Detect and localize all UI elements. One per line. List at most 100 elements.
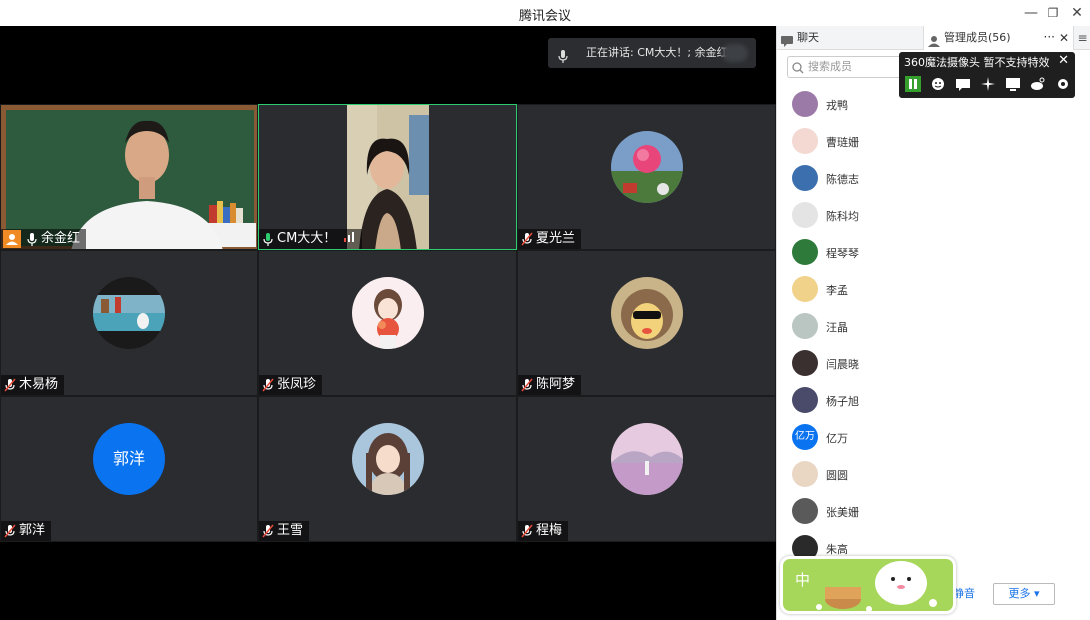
list-item[interactable]: 闫晨晓 xyxy=(777,345,1090,382)
participant-avatar xyxy=(93,277,165,349)
member-name: 闫晨晓 xyxy=(826,358,859,371)
more-options-icon[interactable]: ··· xyxy=(1044,26,1055,48)
list-item[interactable]: 陈德志 xyxy=(777,160,1090,197)
more-button[interactable]: 更多 ▾ xyxy=(993,583,1055,605)
member-avatar xyxy=(792,350,818,376)
member-avatar xyxy=(792,202,818,228)
microphone-active-icon xyxy=(261,231,275,247)
participant-name-tag: 陈阿梦 xyxy=(518,375,582,395)
participant-name-tag: 余金红 xyxy=(1,229,87,249)
blurred-avatar-icon xyxy=(722,44,748,62)
ime-mode-label: 中 xyxy=(795,571,811,589)
face-icon[interactable] xyxy=(930,76,946,92)
microphone-muted-icon xyxy=(3,523,17,539)
member-avatar: 亿万 xyxy=(792,424,818,450)
participant-avatar: 郭洋 xyxy=(93,423,165,495)
participant-name: CM大大！ xyxy=(277,231,337,246)
member-name: 戎鸭 xyxy=(826,99,848,112)
microphone-icon xyxy=(558,46,568,68)
video-tile[interactable]: 木易杨 xyxy=(0,250,258,396)
participant-name: 夏光兰 xyxy=(536,231,576,246)
list-item[interactable]: 陈科均 xyxy=(777,197,1090,234)
participant-name: 张凤珍 xyxy=(277,377,317,392)
camera-toolbar-icons xyxy=(905,76,1071,92)
list-item[interactable]: 杨子旭 xyxy=(777,382,1090,419)
video-tile[interactable]: 郭洋 郭洋 xyxy=(0,396,258,542)
video-tile[interactable]: 张凤珍 xyxy=(258,250,517,396)
participant-name: 木易杨 xyxy=(19,377,59,392)
screen-icon[interactable] xyxy=(1005,76,1021,92)
video-tile[interactable]: 余金红 xyxy=(0,104,258,250)
list-item[interactable]: 亿万 亿万 xyxy=(777,419,1090,456)
participant-name: 郭洋 xyxy=(19,523,46,538)
participant-name: 余金红 xyxy=(41,231,81,246)
participant-name-tag: 木易杨 xyxy=(1,375,65,395)
weibo-icon[interactable] xyxy=(1030,76,1046,92)
message-icon[interactable] xyxy=(955,76,971,92)
participant-name: 陈阿梦 xyxy=(536,377,576,392)
tab-chat[interactable]: 聊天 xyxy=(777,26,922,50)
member-name: 陈科均 xyxy=(826,210,859,223)
member-avatar xyxy=(792,239,818,265)
member-avatar xyxy=(792,128,818,154)
signal-strength-icon xyxy=(344,229,356,249)
tab-chat-label: 聊天 xyxy=(797,31,819,44)
close-panel-icon[interactable]: ✕ xyxy=(1059,26,1069,50)
pause-icon[interactable] xyxy=(905,76,921,92)
member-name: 杨子旭 xyxy=(826,395,859,408)
participant-name-tag: CM大大！ xyxy=(259,229,363,249)
camera-effects-toolbar: 360魔法摄像头 暂不支持特效 ✕ xyxy=(899,52,1075,98)
title-bar: 腾讯会议 — ❐ ✕ xyxy=(0,0,1090,26)
member-name: 曹琏姗 xyxy=(826,136,859,149)
participant-name-tag: 张凤珍 xyxy=(259,375,323,395)
sparkle-icon[interactable] xyxy=(980,76,996,92)
video-tile-active[interactable]: CM大大！ xyxy=(258,104,517,250)
participant-name: 王雪 xyxy=(277,523,304,538)
participant-name-tag: 程梅 xyxy=(518,521,569,541)
participant-avatar xyxy=(351,423,424,495)
members-panel: 聊天 管理成员(56) ··· ✕ ≡ 搜索成员 戎鸭 曹琏姗 陈德志 陈科均 … xyxy=(776,26,1090,620)
participant-avatar xyxy=(610,423,683,495)
participant-name-tag: 王雪 xyxy=(259,521,310,541)
list-item[interactable]: 程琴琴 xyxy=(777,234,1090,271)
close-button[interactable]: ✕ xyxy=(1068,4,1086,22)
video-tile[interactable]: 程梅 xyxy=(517,396,776,542)
minimize-button[interactable]: — xyxy=(1022,4,1040,22)
menu-icon[interactable]: ≡ xyxy=(1073,26,1090,50)
list-item[interactable]: 汪晶 xyxy=(777,308,1090,345)
video-tile[interactable]: 王雪 xyxy=(258,396,517,542)
participant-name: 程梅 xyxy=(536,523,563,538)
mute-all-button[interactable]: 静音 xyxy=(953,583,977,605)
member-avatar xyxy=(792,165,818,191)
participant-name-tag: 夏光兰 xyxy=(518,229,582,249)
member-avatar xyxy=(792,313,818,339)
member-avatar xyxy=(792,461,818,487)
member-name: 陈德志 xyxy=(826,173,859,186)
panel-tabs: 聊天 管理成员(56) ··· ✕ ≡ xyxy=(777,26,1090,50)
search-input[interactable]: 搜索成员 xyxy=(787,56,907,78)
ime-status-widget[interactable]: 中 xyxy=(780,556,956,614)
microphone-muted-icon xyxy=(520,377,534,393)
participant-avatar xyxy=(610,131,683,203)
participant-avatar xyxy=(351,277,424,349)
microphone-muted-icon xyxy=(520,523,534,539)
list-item[interactable]: 曹琏姗 xyxy=(777,123,1090,160)
list-item[interactable]: 圆圆 xyxy=(777,456,1090,493)
member-avatar xyxy=(792,91,818,117)
restore-button[interactable]: ❐ xyxy=(1044,4,1062,22)
list-item[interactable]: 李孟 xyxy=(777,271,1090,308)
tab-members-label: 管理成员(56) xyxy=(944,31,1011,44)
chat-icon xyxy=(781,32,793,56)
member-avatar xyxy=(792,498,818,524)
member-name: 朱高 xyxy=(826,543,848,556)
list-item[interactable]: 张美姗 xyxy=(777,493,1090,530)
host-icon xyxy=(3,230,21,248)
participant-name-tag: 郭洋 xyxy=(1,521,52,541)
video-tile[interactable]: 陈阿梦 xyxy=(517,250,776,396)
member-avatar xyxy=(792,276,818,302)
gear-icon[interactable] xyxy=(1055,76,1071,92)
video-tile[interactable]: 夏光兰 xyxy=(517,104,776,250)
member-name: 圆圆 xyxy=(826,469,848,482)
close-icon[interactable]: ✕ xyxy=(1058,53,1069,68)
microphone-icon xyxy=(25,231,39,247)
